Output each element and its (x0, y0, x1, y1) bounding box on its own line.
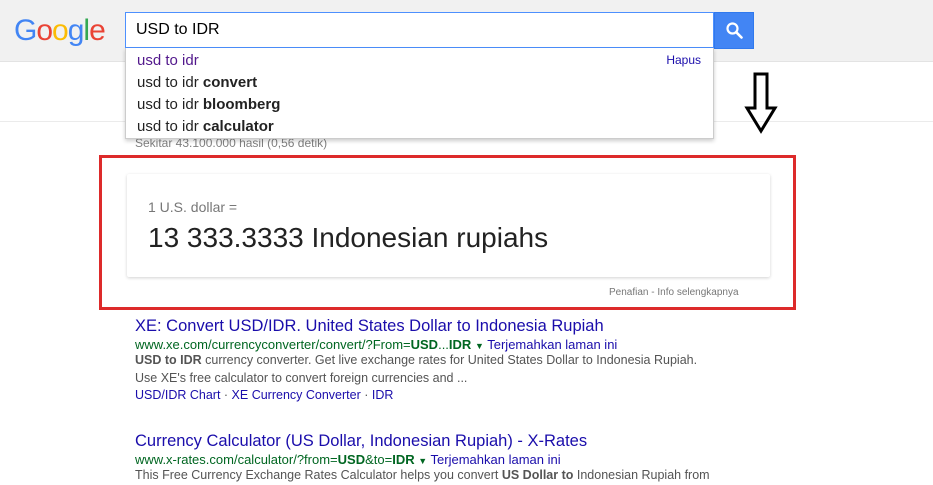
search-icon (726, 22, 743, 39)
snippet-text: Use XE's free calculator to convert fore… (135, 370, 468, 385)
sitelink[interactable]: IDR (372, 388, 394, 402)
search-button[interactable] (714, 12, 754, 49)
url-text: www.xe.com/currencyconverter/convert/?Fr… (135, 337, 411, 352)
google-logo[interactable]: Google (14, 14, 106, 48)
logo-letter: o (36, 14, 53, 47)
dropdown-triangle-icon[interactable]: ▼ (418, 456, 427, 466)
down-arrow-icon (744, 72, 778, 134)
sitelink[interactable]: USD/IDR Chart (135, 388, 220, 402)
result-snippet: Use XE's free calculator to convert fore… (135, 370, 697, 388)
search-result: Currency Calculator (US Dollar, Indonesi… (135, 432, 710, 485)
suggestion-bold-text: calculator (202, 118, 274, 135)
result-title-link[interactable]: Currency Calculator (US Dollar, Indonesi… (135, 432, 710, 451)
sitelink-separator: · (360, 388, 372, 402)
snippet-bold: USD to IDR (135, 353, 202, 367)
url-text: www.x-rates.com/calculator/?from= (135, 452, 338, 467)
suggestion-bold-text: convert (202, 74, 258, 91)
result-snippet: This Free Currency Exchange Rates Calcul… (135, 467, 710, 485)
suggestion-item[interactable]: usd to idr (137, 50, 199, 72)
converter-from-text: 1 U.S. dollar = (148, 199, 238, 215)
converter-footer: Penafian - Info selengkapnya (609, 287, 739, 298)
suggestion-text: usd to idr (137, 52, 199, 69)
currency-converter-card: 1 U.S. dollar = 13 333.3333 Indonesian r… (127, 174, 770, 277)
url-bold: IDR (392, 452, 415, 467)
snippet-text: This Free Currency Exchange Rates Calcul… (135, 468, 502, 482)
suggestion-item[interactable]: usd to idr convert (137, 72, 257, 94)
logo-letter: e (89, 14, 106, 47)
suggestion-text: usd to idr (137, 96, 203, 113)
result-title-link[interactable]: XE: Convert USD/IDR. United States Dolla… (135, 317, 697, 336)
converter-result: 13 333.3333 Indonesian rupiahs (148, 222, 549, 253)
logo-letter: o (52, 14, 69, 47)
more-info-link[interactable]: Info selengkapnya (657, 287, 738, 298)
url-text: ... (438, 337, 449, 352)
url-bold: USD (337, 452, 366, 467)
sitelink-separator: · (220, 388, 232, 402)
translate-link[interactable]: Terjemahkan laman ini (431, 452, 561, 467)
result-url: www.x-rates.com/calculator/?from=USD&to=… (135, 452, 710, 467)
url-bold: USD (410, 337, 439, 352)
suggestion-item[interactable]: usd to idr bloomberg (137, 94, 280, 116)
snippet-bold: US Dollar to (501, 468, 574, 482)
disclaimer-link[interactable]: Penafian (609, 287, 648, 298)
result-snippet: USD to IDR currency converter. Get live … (135, 352, 697, 370)
result-sitelinks: USD/IDR Chart · XE Currency Converter · … (135, 387, 697, 404)
result-url: www.xe.com/currencyconverter/convert/?Fr… (135, 337, 697, 352)
logo-letter: G (14, 14, 37, 47)
autocomplete-dropdown: usd to idr Hapus usd to idr convert usd … (125, 48, 714, 139)
suggestion-item[interactable]: usd to idr calculator (137, 116, 274, 138)
snippet-text: currency converter. Get live exchange ra… (201, 353, 698, 367)
dropdown-triangle-icon[interactable]: ▼ (475, 341, 484, 351)
suggestion-bold-text: bloomberg (202, 96, 281, 113)
logo-letter: g (67, 14, 85, 47)
sitelink[interactable]: XE Currency Converter (232, 388, 361, 402)
translate-link[interactable]: Terjemahkan laman ini (487, 337, 617, 352)
suggestion-text: usd to idr (137, 74, 203, 91)
search-box[interactable] (125, 12, 714, 48)
delete-suggestion-link[interactable]: Hapus (666, 53, 701, 67)
search-input[interactable] (136, 13, 696, 47)
url-bold: IDR (448, 337, 472, 352)
snippet-text: Indonesian Rupiah from (573, 468, 710, 482)
url-text: &to= (365, 452, 393, 467)
search-result: XE: Convert USD/IDR. United States Dolla… (135, 317, 697, 404)
suggestion-text: usd to idr (137, 118, 203, 135)
